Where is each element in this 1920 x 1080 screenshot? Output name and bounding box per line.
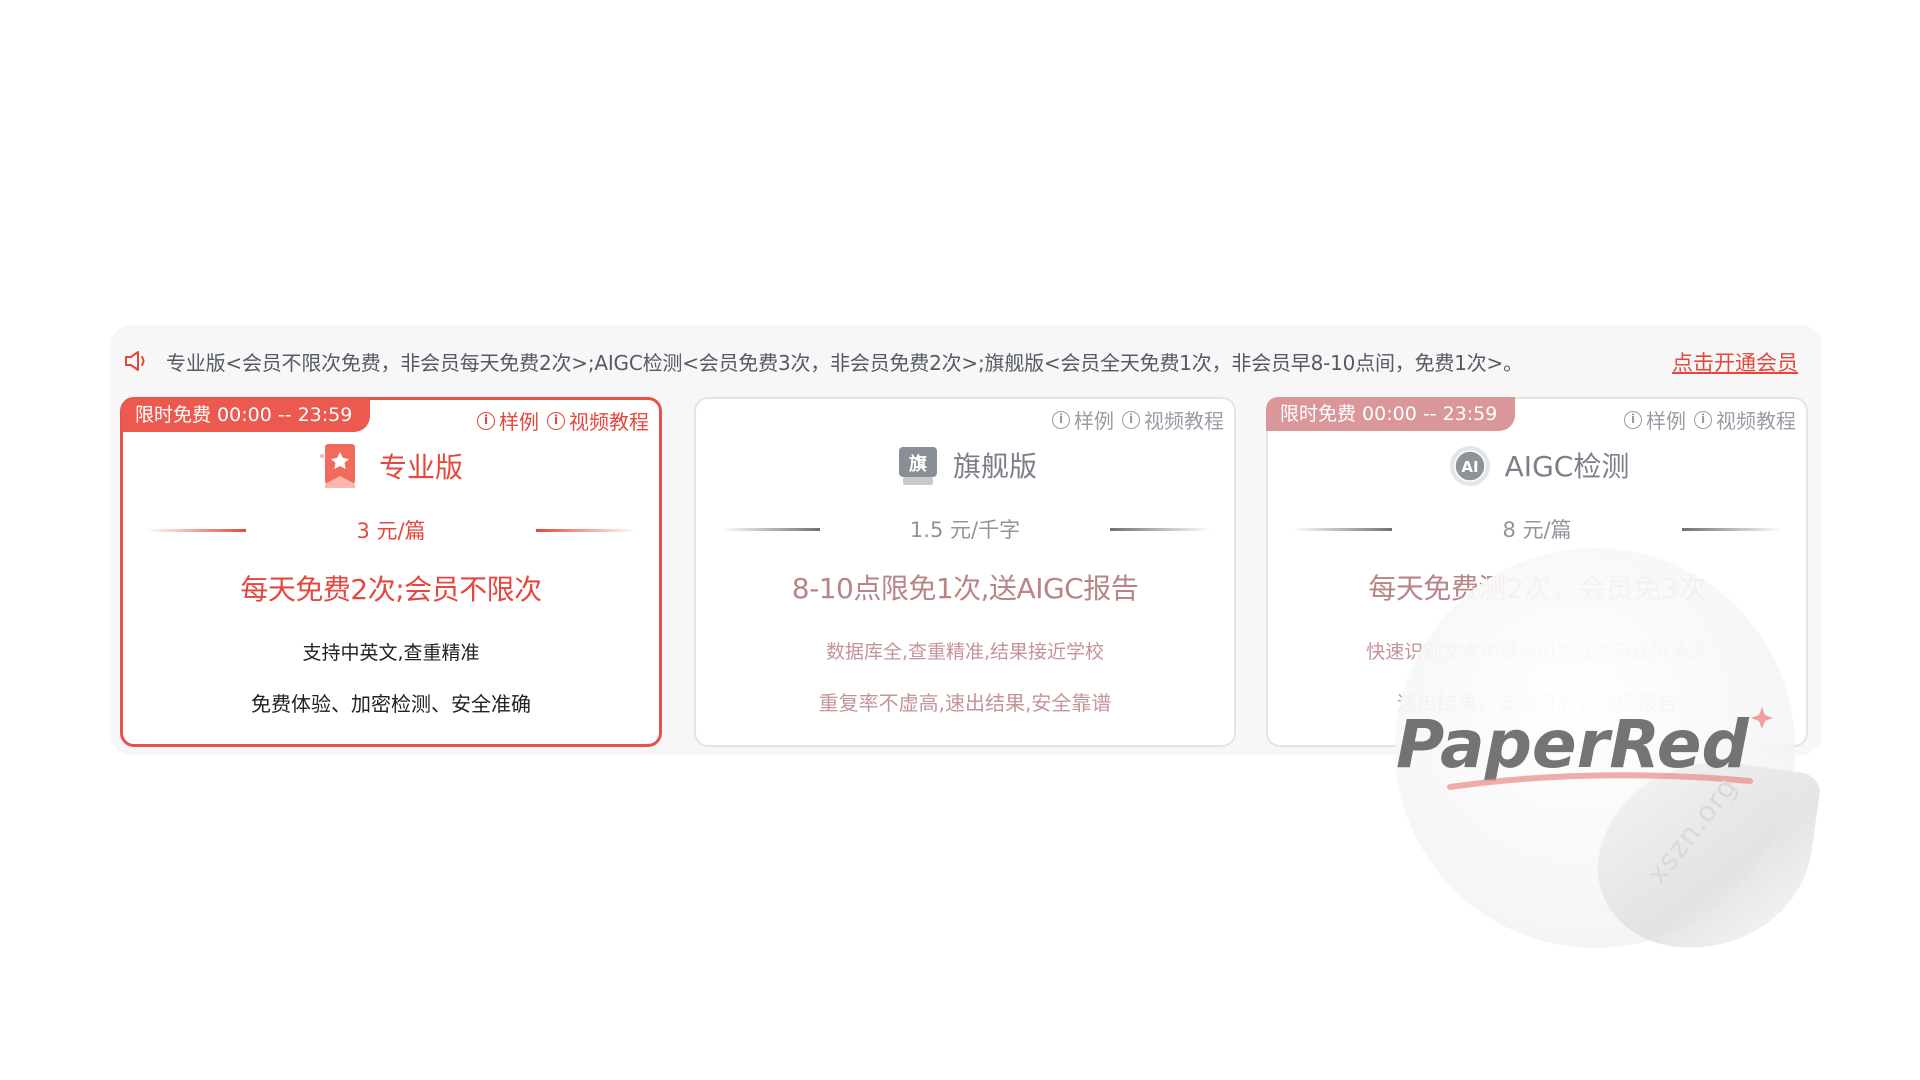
price-row: 8 元/篇 [1268,514,1806,544]
divider [146,528,246,532]
ai-circle-text: AI [1461,458,1478,476]
card-title-row: AI AIGC检测 [1268,437,1806,493]
card-feature-1: 数据库全,查重精准,结果接近学校 [825,641,1105,663]
video-tutorial-label: 视频教程 [1144,409,1224,433]
card-title: AIGC检测 [1504,450,1630,483]
price-row: 1.5 元/千字 [696,514,1234,544]
card-feature-2: 速出结果，安全可靠，详细报告 [1397,691,1677,715]
card-headline: 每天免费2次;会员不限次 [240,573,542,606]
sample-link-label: 样例 [499,410,539,434]
price: 1.5 元/千字 [909,518,1021,542]
info-icon: i [477,411,495,430]
price: 8 元/篇 [1502,518,1572,542]
divider [720,527,820,531]
card-title: 旗舰版 [952,450,1037,483]
video-tutorial-link[interactable]: i 视频教程 [1694,405,1796,434]
price: 3 元/篇 [356,519,426,543]
info-icon: i [1052,410,1070,429]
notice-bar: 专业版<会员不限次免费，非会员每天免费2次>;AIGC检测<会员免费3次，非会员… [110,325,1822,397]
card-title-row: 专业版 [123,438,659,494]
card-feature-2: 重复率不虚高,速出结果,安全靠谱 [818,691,1112,715]
card-title: 专业版 [378,451,463,484]
card-aigc[interactable]: 限时免费 00:00 -- 23:59 i 样例 i 视频教程 AI AIGC检… [1266,397,1808,747]
flag-chip-text: 旗 [909,453,927,475]
card-professional[interactable]: 限时免费 00:00 -- 23:59 i 样例 i 视频教程 专业版 3 元/… [120,397,662,747]
video-tutorial-link[interactable]: i 视频教程 [547,406,649,435]
sample-link[interactable]: i 样例 [1624,405,1686,434]
info-icon: i [1694,410,1712,429]
divider [536,528,636,532]
sample-link[interactable]: i 样例 [477,406,539,435]
card-links: i 样例 i 视频教程 [1624,405,1796,434]
flag-chip-icon: 旗 [893,441,937,489]
free-time-badge: 限时免费 00:00 -- 23:59 [1266,397,1516,431]
card-links: i 样例 i 视频教程 [477,406,649,435]
divider [1682,527,1782,531]
card-headline: 8-10点限免1次,送AIGC报告 [791,572,1139,605]
ai-circle-icon: AI [1445,441,1490,489]
divider [1292,527,1392,531]
video-tutorial-label: 视频教程 [1716,409,1796,433]
watermark-sticker-curl [1587,746,1823,964]
bookmark-star-icon [319,442,363,490]
info-icon: i [1624,410,1642,429]
sample-link-label: 样例 [1646,409,1686,433]
price-row: 3 元/篇 [123,515,659,545]
card-feature-1: 快速识别文本中疑似AI生成内容比例多少 [1366,641,1708,663]
info-icon: i [547,411,565,430]
card-feature-2: 免费体验、加密检测、安全准确 [251,692,531,716]
sample-link-label: 样例 [1074,409,1114,433]
info-icon: i [1122,410,1140,429]
divider [1110,527,1210,531]
video-tutorial-link[interactable]: i 视频教程 [1122,405,1224,434]
card-feature-1: 支持中英文,查重精准 [302,642,480,664]
watermark-domain: xszn.org [1640,770,1744,891]
check-type-panel: 专业版<会员不限次免费，非会员每天免费2次>;AIGC检测<会员免费3次，非会员… [110,325,1822,755]
notice-text: 专业版<会员不限次免费，非会员每天免费2次>;AIGC检测<会员免费3次，非会员… [166,350,1523,375]
card-links: i 样例 i 视频教程 [1052,405,1224,434]
card-title-row: 旗 旗舰版 [696,437,1234,493]
speaker-icon [122,347,150,375]
card-flagship[interactable]: i 样例 i 视频教程 旗 旗舰版 1.5 元/千字 8-10点限免1次,送AI… [694,397,1236,747]
free-time-badge: 限时免费 00:00 -- 23:59 [121,398,371,432]
sample-link[interactable]: i 样例 [1052,405,1114,434]
video-tutorial-label: 视频教程 [569,410,649,434]
card-headline: 每天免费测2次，会员免3次 [1368,572,1706,605]
open-membership-link[interactable]: 点击开通会员 [1672,347,1798,377]
